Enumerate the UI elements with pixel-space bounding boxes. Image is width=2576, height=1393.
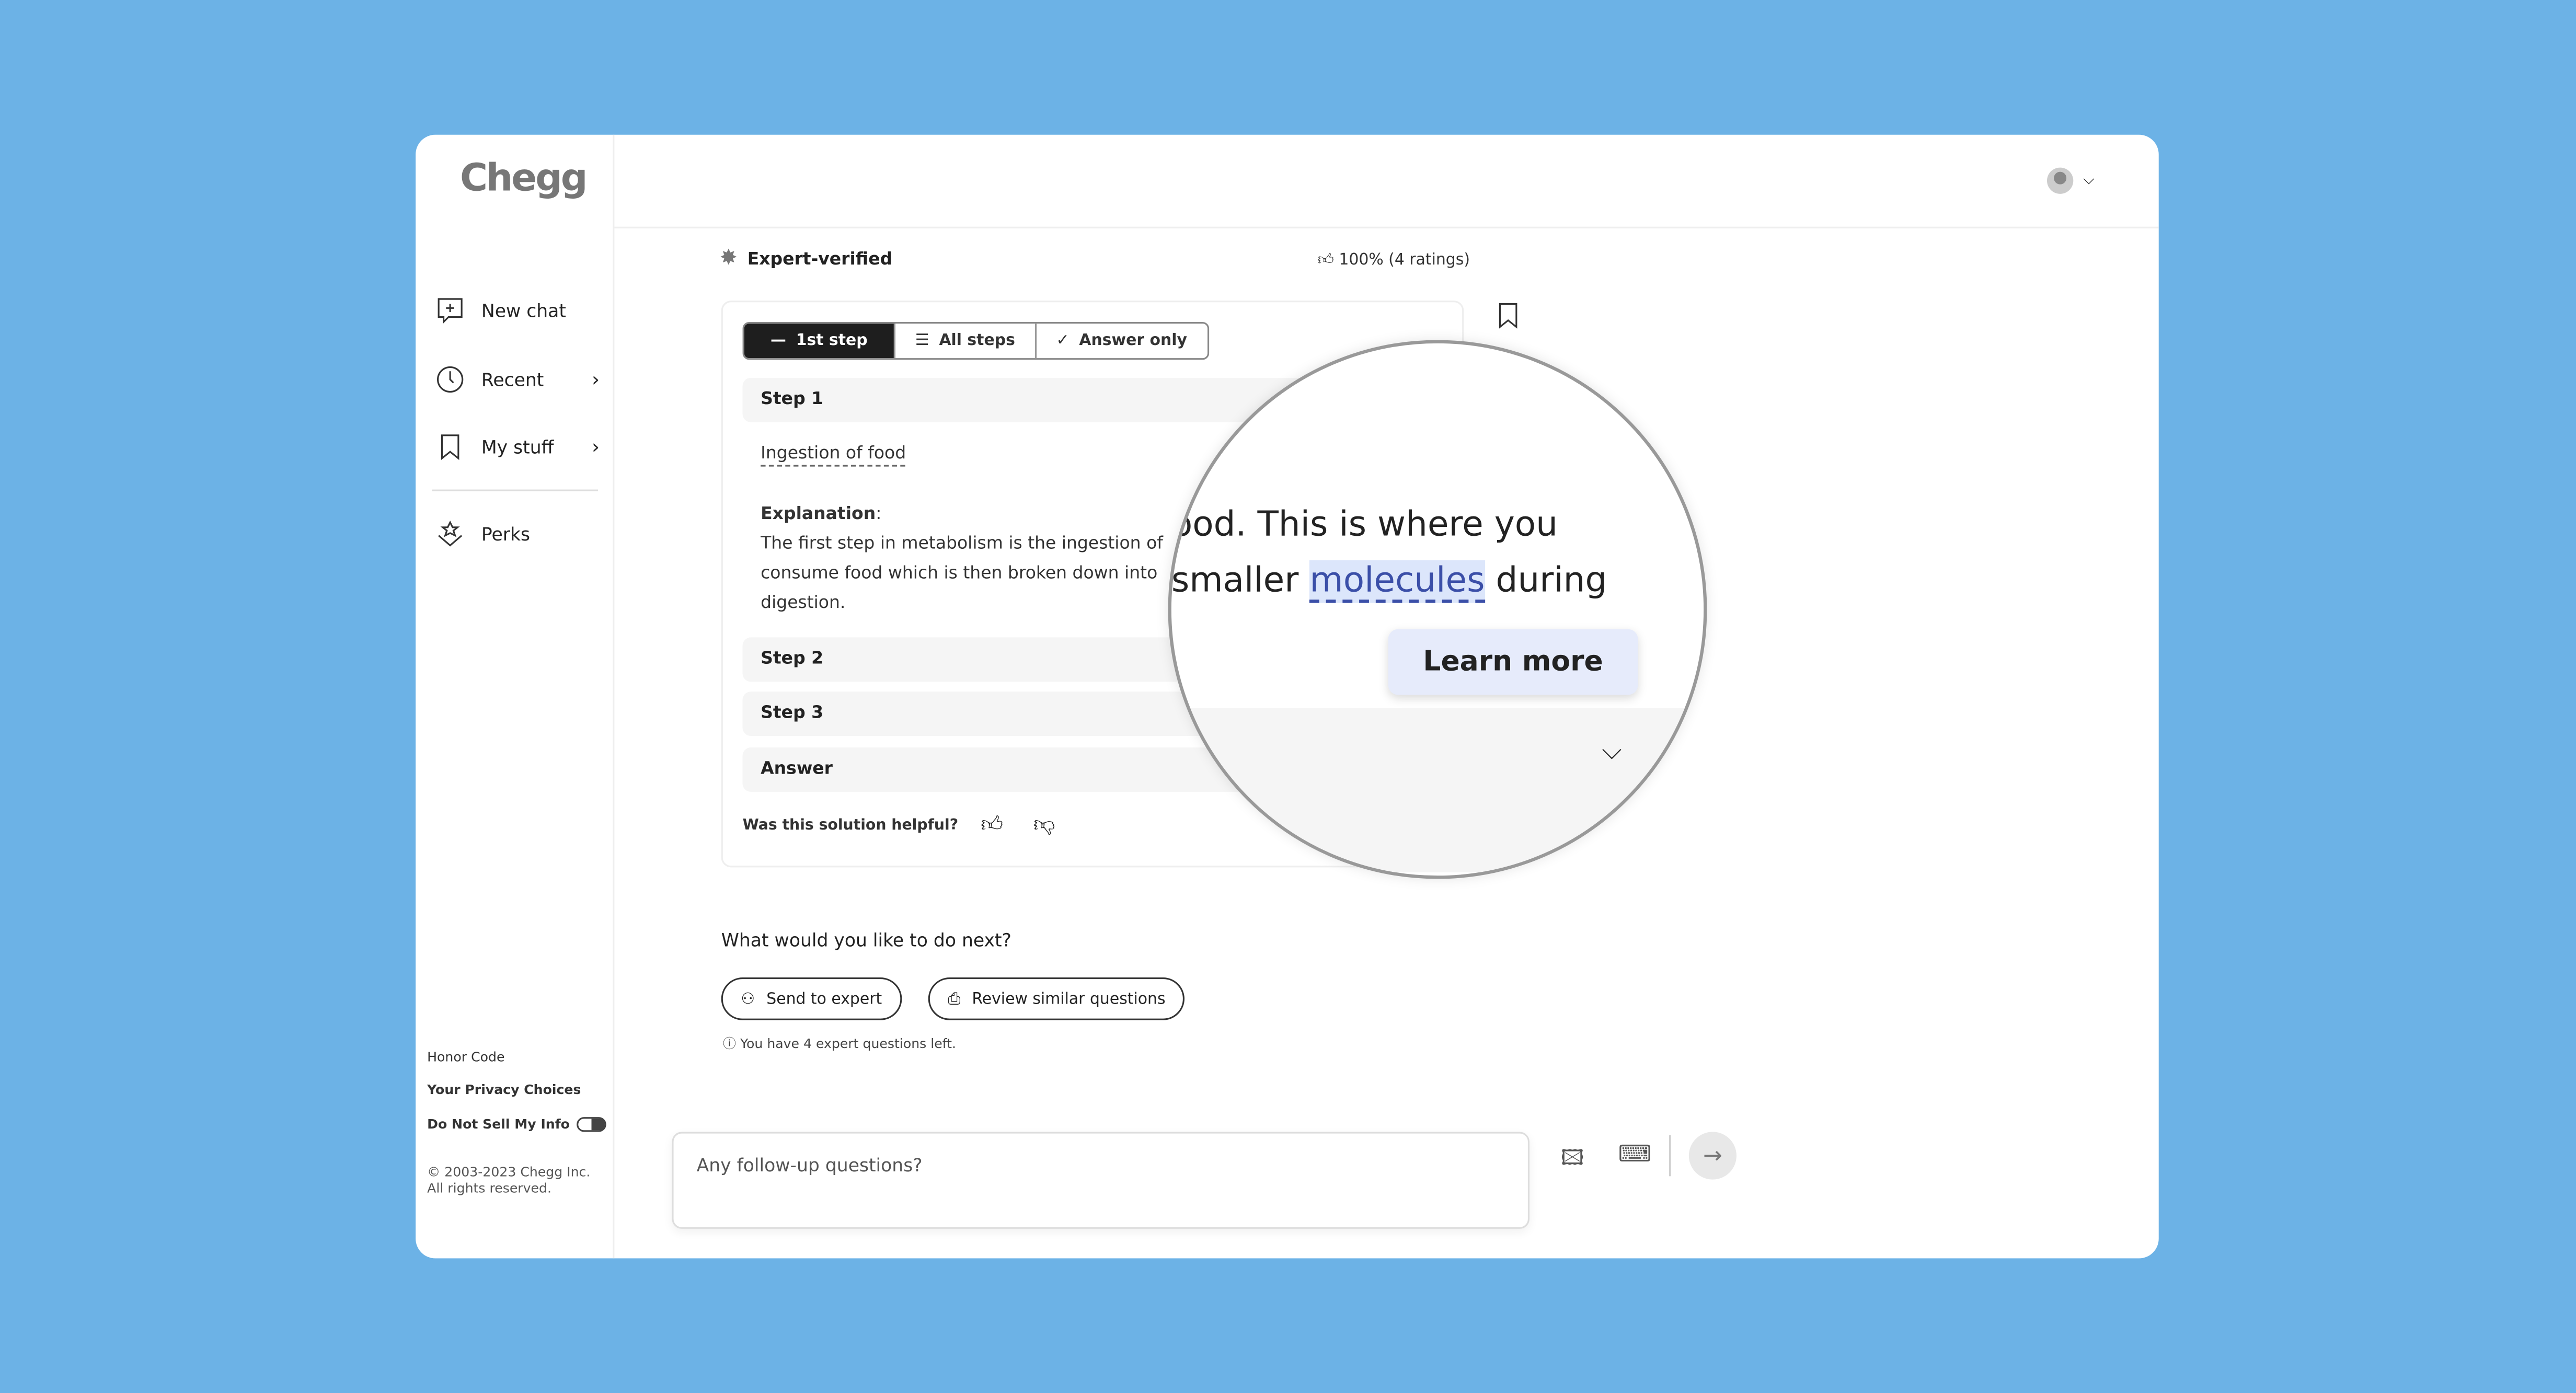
arrow-right-icon: → <box>1703 1142 1722 1169</box>
next-prompt: What would you like to do next? <box>721 929 1011 951</box>
sidebar: Chegg New chat Recent › My stuff › Perks H… <box>416 134 615 1259</box>
sidebar-item-perks[interactable]: Perks <box>435 514 600 554</box>
rating: 👍︎ 100% (4 ratings) <box>1318 250 1470 270</box>
input-divider <box>1669 1135 1671 1177</box>
app-window: Chegg New chat Recent › My stuff › Perks H… <box>416 134 2159 1259</box>
thumbs-down-button[interactable]: 👎︎ <box>1033 813 1055 838</box>
chevron-down-icon[interactable]: ⌵ <box>1602 734 1622 767</box>
bookmark-button[interactable] <box>1498 302 1518 335</box>
step-1-title[interactable]: Ingestion of food <box>761 442 906 467</box>
magnified-text: smaller molecules during <box>1171 560 1607 603</box>
expert-icon: ⚇ <box>741 989 755 1008</box>
keyboard-button[interactable]: ⌨ <box>1618 1142 1652 1168</box>
sidebar-item-label: New chat <box>481 300 566 321</box>
clock-icon <box>436 366 464 393</box>
sidebar-item-label: Recent <box>481 369 544 390</box>
check-icon: ✓ <box>1056 331 1070 350</box>
follow-up-input[interactable]: Any follow-up questions? <box>672 1132 1530 1229</box>
info-text: You have 4 expert questions left. <box>740 1037 956 1052</box>
dash-icon: — <box>770 331 786 350</box>
button-label: Send to expert <box>766 989 882 1008</box>
thumbs-up-button[interactable]: 👍︎ <box>981 813 1003 838</box>
helpful-prompt: Was this solution helpful? <box>742 818 959 835</box>
avatar <box>2047 167 2074 194</box>
image-icon: 🖾 <box>1560 1146 1584 1171</box>
explanation: Explanation: The first step in metabolis… <box>761 499 1163 617</box>
magnified-row <box>1171 708 1704 872</box>
perks-icon <box>438 520 463 547</box>
expert-verified-badge: ✸ Expert-verified <box>720 246 893 271</box>
verified-label: Expert-verified <box>747 249 893 269</box>
chegg-logo[interactable]: Chegg <box>460 158 588 201</box>
tab-label: All steps <box>939 331 1015 350</box>
explanation-line: digestion. <box>761 593 846 613</box>
sidebar-item-label: Perks <box>481 523 531 545</box>
image-upload-button[interactable]: 🖾 <box>1561 1143 1584 1179</box>
text: during <box>1485 560 1607 600</box>
send-to-expert-button[interactable]: ⚇ Send to expert <box>721 977 902 1020</box>
do-not-sell-label: Do Not Sell My Info <box>427 1117 570 1132</box>
chevron-down-icon: ⌵ <box>2083 172 2095 189</box>
privacy-toggle-icon <box>576 1117 606 1132</box>
expert-questions-info: ⓘ You have 4 expert questions left. <box>723 1035 956 1053</box>
thumbs-up-icon: 👍︎ <box>981 813 1004 838</box>
info-icon: ⓘ <box>722 1037 736 1052</box>
tab-answer-only[interactable]: ✓ Answer only <box>1037 324 1207 358</box>
verified-badge-icon: ✸ <box>719 246 738 271</box>
copyright: All rights reserved. <box>427 1181 551 1196</box>
honor-code-link[interactable]: Honor Code <box>427 1050 504 1064</box>
do-not-sell-link[interactable]: Do Not Sell My Info <box>427 1117 606 1132</box>
chevron-right-icon: › <box>592 435 600 458</box>
account-menu[interactable]: ⌵ <box>2047 167 2095 194</box>
magnifier-overlay: ⌵ ood. This is where you smaller molecul… <box>1168 340 1707 879</box>
magnified-text: ood. This is where you <box>1171 504 1558 544</box>
bookmark-icon <box>441 434 459 461</box>
header-divider <box>614 226 2159 228</box>
sidebar-item-new-chat[interactable]: New chat <box>435 291 600 330</box>
sidebar-divider <box>432 489 598 491</box>
step-tabs: — 1st step ☰ All steps ✓ Answer only <box>742 322 1209 360</box>
highlighted-term[interactable]: molecules <box>1309 560 1485 603</box>
thumbs-down-icon: 👎︎ <box>1033 813 1055 838</box>
button-label: Review similar questions <box>972 989 1166 1008</box>
tab-label: 1st step <box>796 331 868 350</box>
learn-more-button[interactable]: Learn more <box>1388 629 1638 695</box>
rating-text: 100% (4 ratings) <box>1339 251 1470 270</box>
bookmark-icon <box>1499 303 1517 329</box>
text: smaller <box>1171 560 1310 600</box>
tab-label: Answer only <box>1079 331 1187 350</box>
tab-all-steps[interactable]: ☰ All steps <box>895 324 1037 359</box>
list-icon: ☰ <box>915 331 929 350</box>
review-similar-button[interactable]: ⎙ Review similar questions <box>928 977 1186 1020</box>
explanation-label: Explanation <box>761 504 876 524</box>
sidebar-item-recent[interactable]: Recent › <box>435 360 600 399</box>
tab-1st-step[interactable]: — 1st step <box>744 324 896 359</box>
chevron-right-icon: › <box>592 368 600 391</box>
review-icon: ⎙ <box>948 989 961 1008</box>
keyboard-icon: ⌨ <box>1618 1142 1652 1168</box>
new-chat-icon <box>438 298 463 324</box>
thumbs-up-icon: 👍︎ <box>1317 251 1334 270</box>
sidebar-item-my-stuff[interactable]: My stuff › <box>435 427 600 466</box>
sidebar-item-label: My stuff <box>481 436 554 458</box>
send-button[interactable]: → <box>1688 1132 1736 1180</box>
copyright: © 2003-2023 Chegg Inc. <box>427 1165 591 1180</box>
explanation-line: The first step in metabolism is the inge… <box>761 534 1163 554</box>
privacy-choices-link[interactable]: Your Privacy Choices <box>427 1083 581 1097</box>
explanation-line: consume food which is then broken down i… <box>761 563 1158 583</box>
